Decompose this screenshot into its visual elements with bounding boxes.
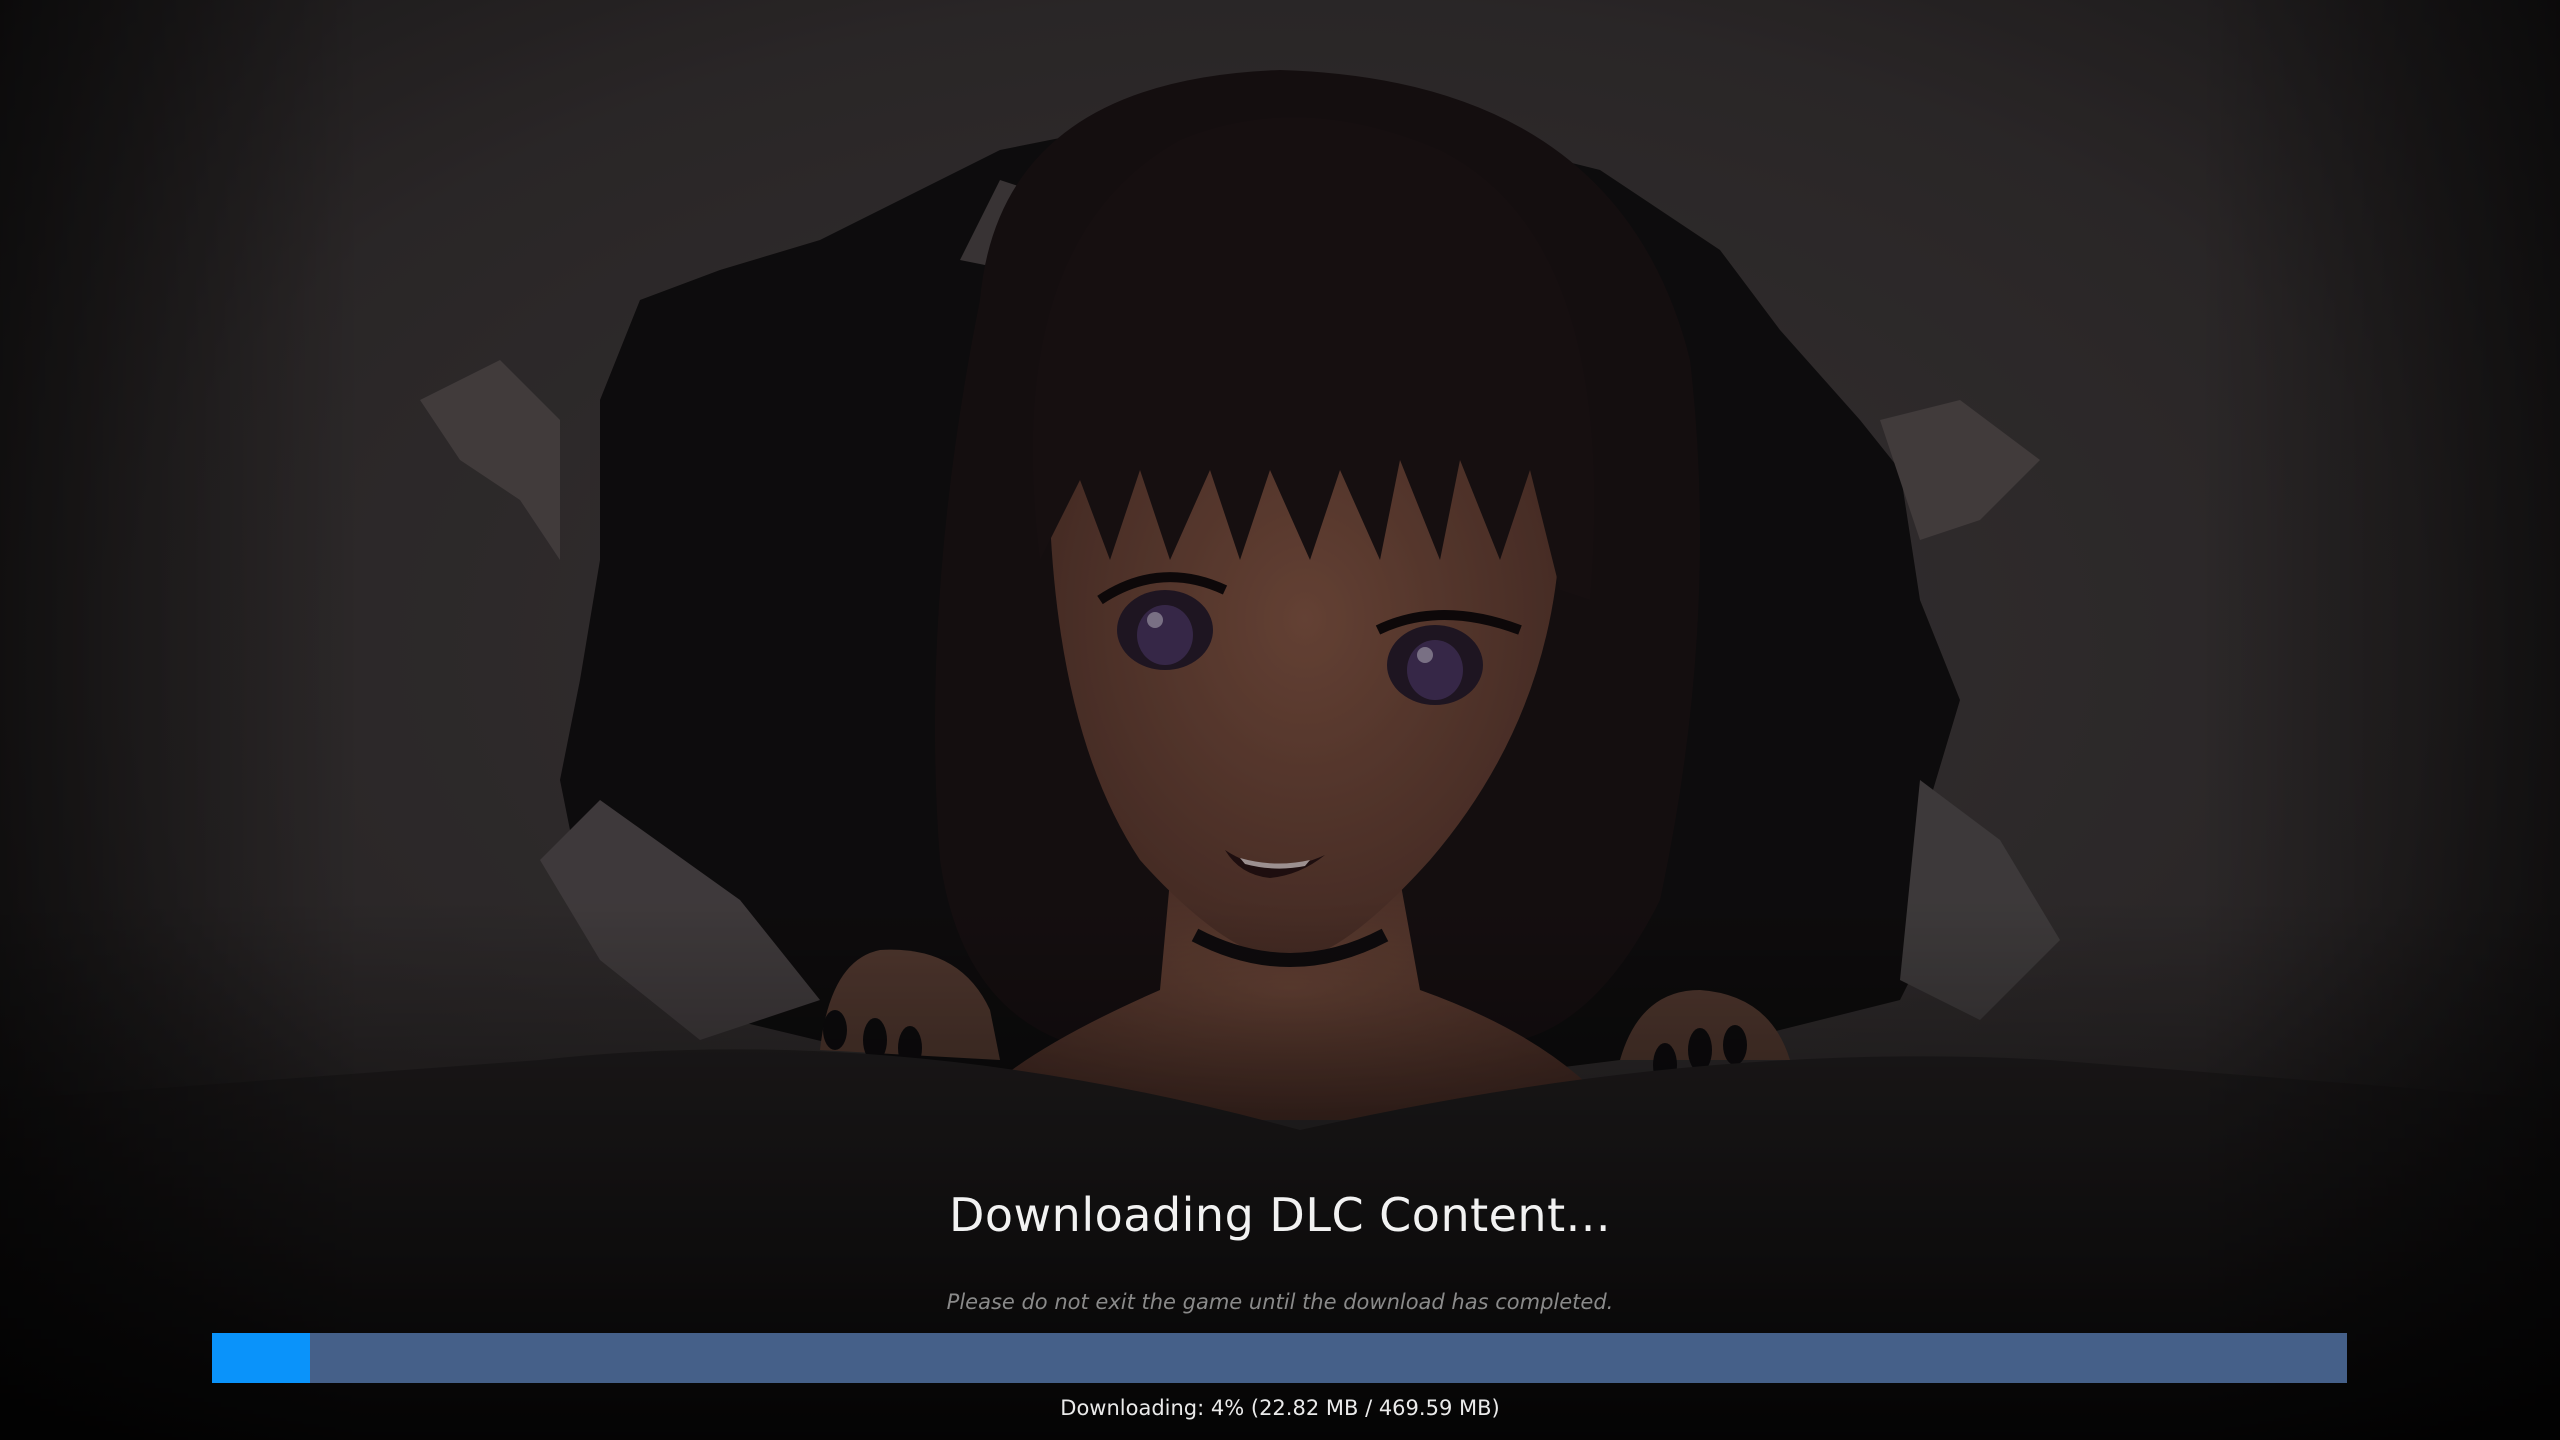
download-progress-fill — [212, 1333, 310, 1383]
download-progress-bar — [212, 1333, 2347, 1383]
download-notice: Please do not exit the game until the do… — [946, 1290, 1614, 1314]
download-title: Downloading DLC Content... — [948, 1188, 1611, 1242]
download-status-text: Downloading: 4% (22.82 MB / 469.59 MB) — [1060, 1396, 1500, 1420]
download-screen: Downloading DLC Content... Please do not… — [0, 0, 2560, 1440]
